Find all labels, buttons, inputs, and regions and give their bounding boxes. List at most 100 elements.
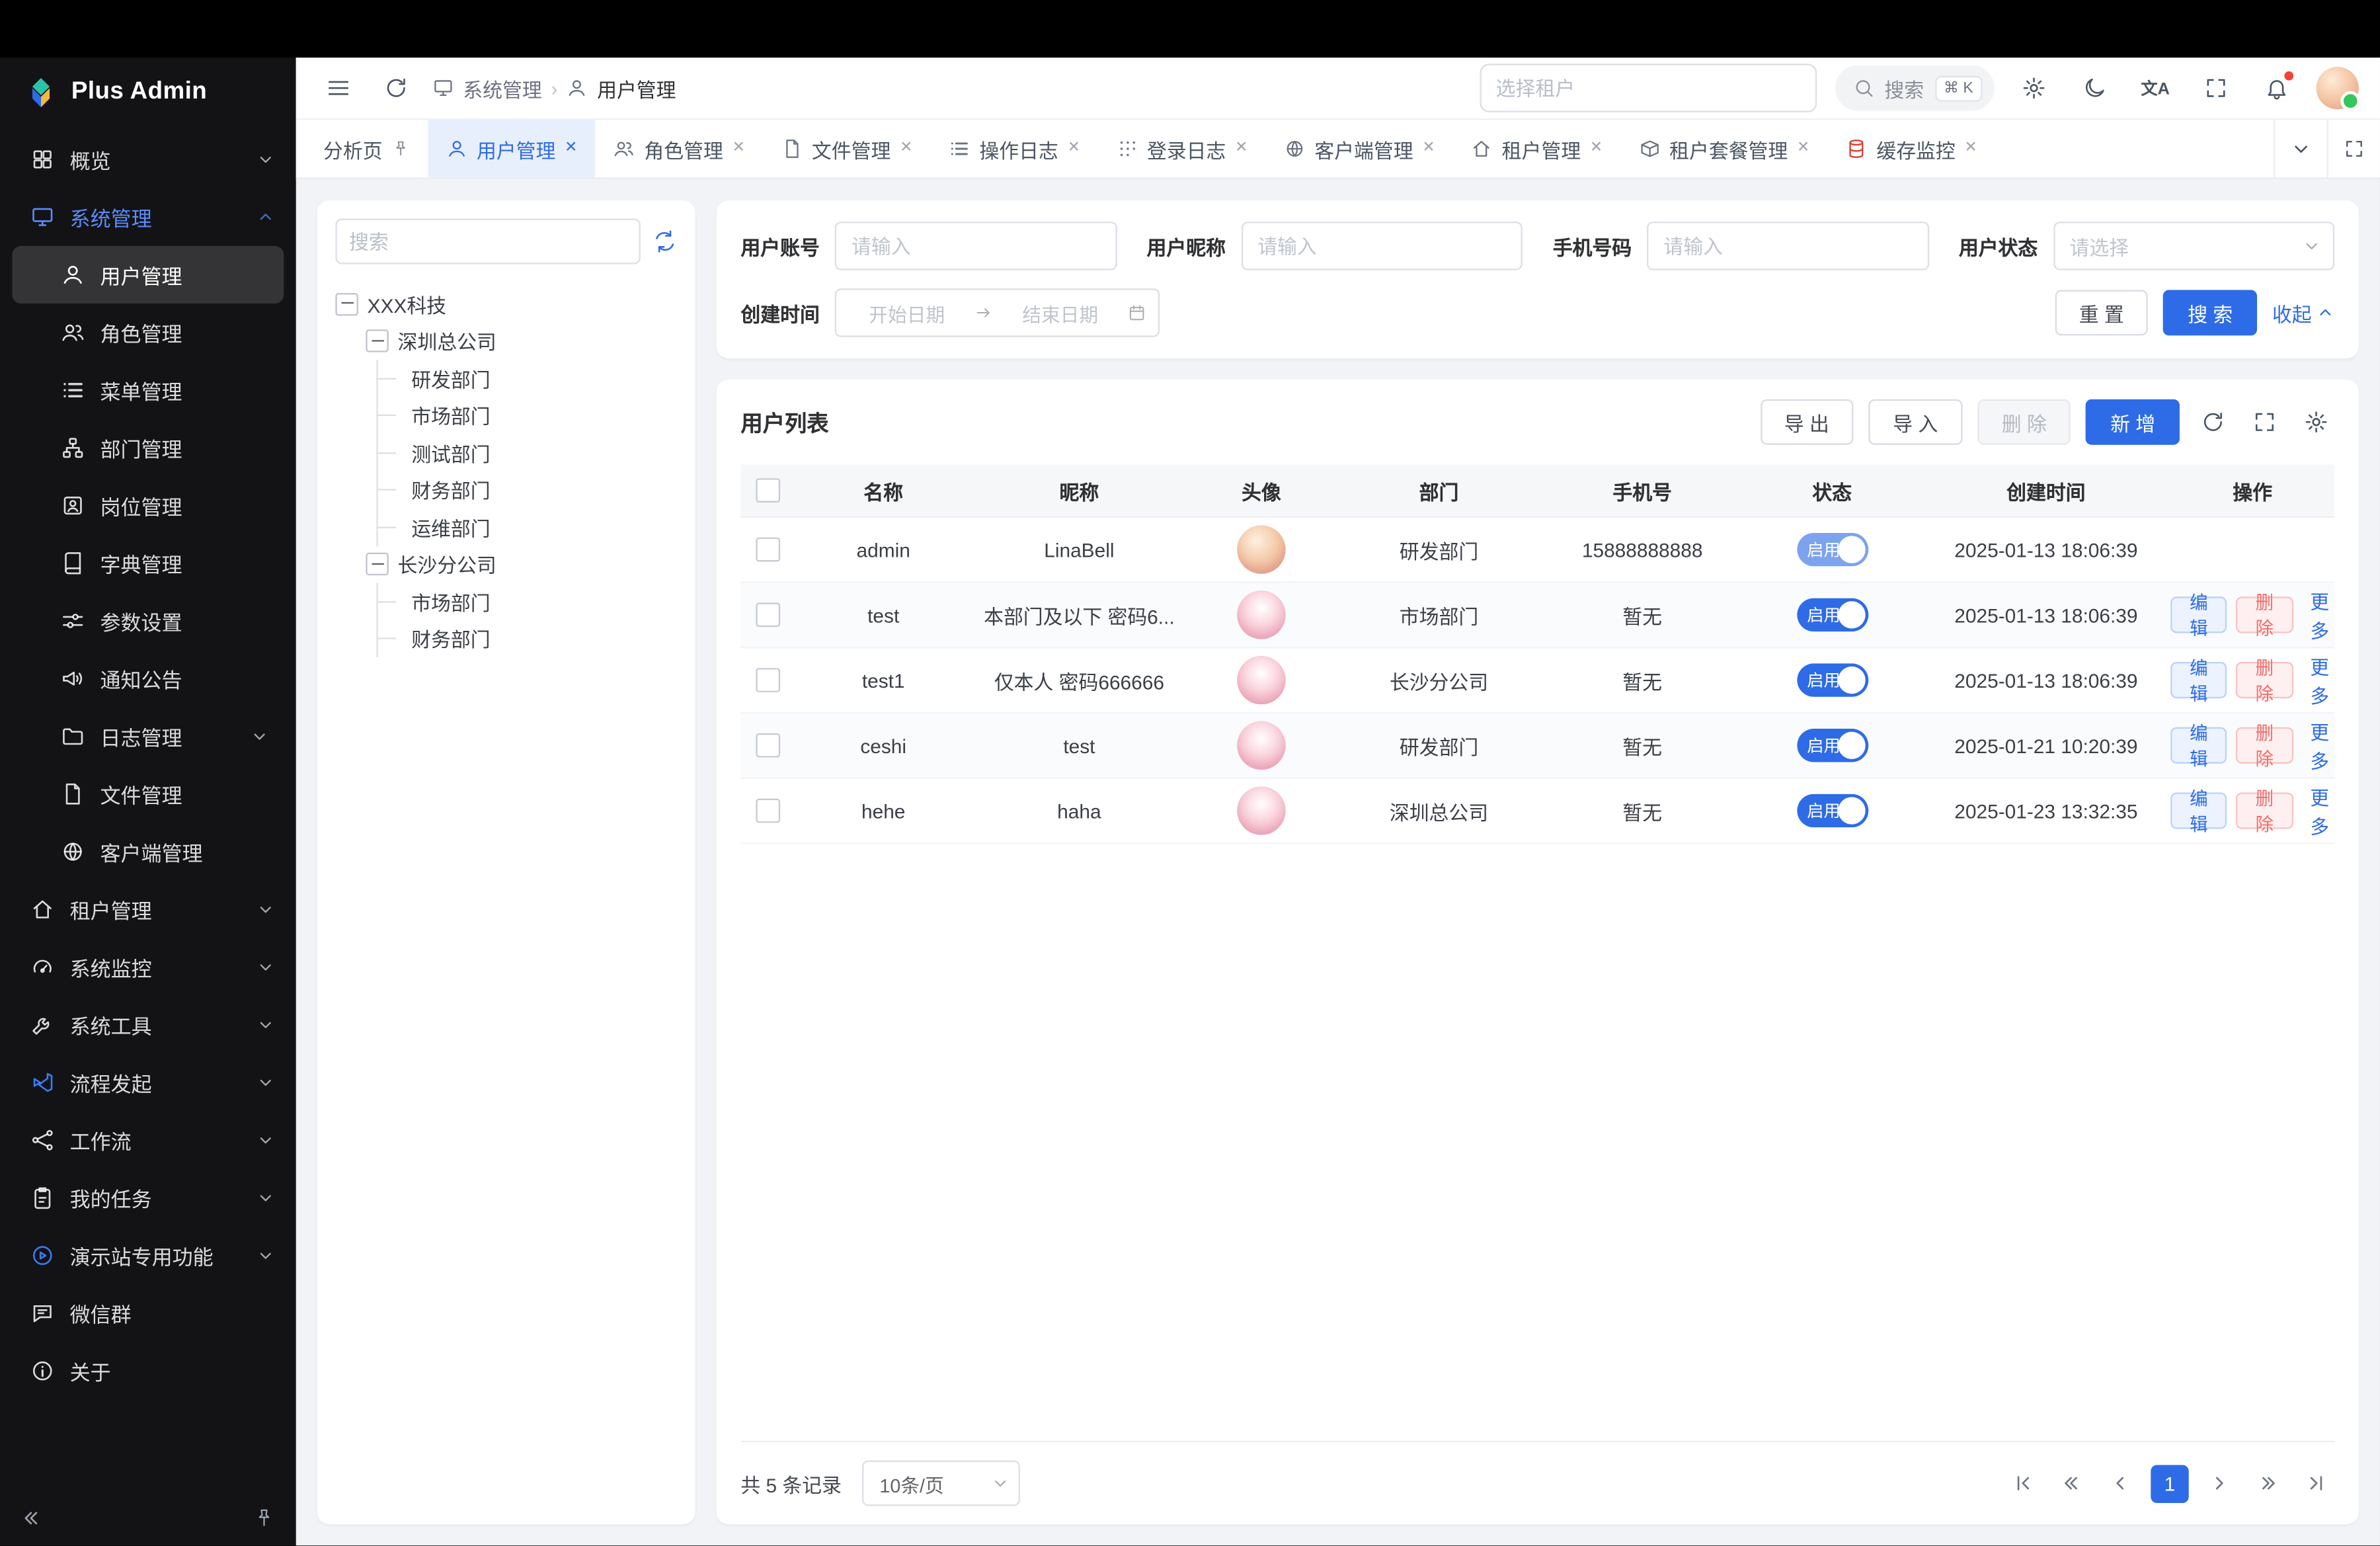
- user-avatar[interactable]: [2317, 67, 2359, 109]
- status-toggle[interactable]: 启用: [1796, 794, 1868, 828]
- status-toggle[interactable]: 启用: [1796, 729, 1868, 762]
- delete-button[interactable]: 删 除: [2236, 662, 2293, 698]
- tree-node-department[interactable]: 运维部门: [378, 509, 677, 546]
- status-toggle[interactable]: 启用: [1796, 598, 1868, 632]
- sidebar-item-notice-announcement[interactable]: 通知公告: [12, 650, 284, 708]
- edit-button[interactable]: 编 辑: [2170, 662, 2227, 698]
- jump-forward-icon[interactable]: [2250, 1465, 2286, 1502]
- date-range-picker[interactable]: 开始日期 结束日期: [835, 288, 1160, 337]
- edit-button[interactable]: 编 辑: [2170, 596, 2227, 633]
- pin-sidebar-icon[interactable]: [253, 1508, 274, 1529]
- tab-tenant-package-management[interactable]: 租户套餐管理 ✕: [1621, 120, 1828, 177]
- page-size-select[interactable]: 10条/页: [863, 1461, 1021, 1506]
- sidebar-item-menu-management[interactable]: 菜单管理: [12, 361, 284, 419]
- last-page-icon[interactable]: [2298, 1465, 2334, 1502]
- collapse-box-icon[interactable]: [366, 330, 388, 352]
- nickname-input[interactable]: [1241, 222, 1523, 270]
- row-checkbox[interactable]: [756, 668, 780, 692]
- tenant-select-input[interactable]: [1479, 63, 1816, 112]
- edit-button[interactable]: 编 辑: [2170, 792, 2227, 829]
- reset-button[interactable]: 重 置: [2055, 290, 2148, 336]
- tree-refresh-icon[interactable]: [653, 229, 677, 254]
- notifications-bell-icon[interactable]: [2256, 67, 2298, 109]
- select-all-checkbox[interactable]: [756, 478, 780, 503]
- collapse-box-icon[interactable]: [366, 553, 388, 575]
- breadcrumb-parent[interactable]: 系统管理: [463, 73, 541, 102]
- table-fullscreen-icon[interactable]: [2246, 404, 2283, 440]
- sidebar-item-tenant-management[interactable]: 租户管理: [0, 881, 296, 938]
- pin-icon[interactable]: [391, 140, 410, 158]
- sidebar-item-role-management[interactable]: 角色管理: [12, 304, 284, 361]
- import-button[interactable]: 导 入: [1869, 399, 1962, 445]
- tab-cache-monitor[interactable]: 缓存监控 ✕: [1828, 120, 1995, 177]
- tree-node-department[interactable]: 研发部门: [378, 360, 677, 397]
- dark-mode-moon-icon[interactable]: [2073, 67, 2116, 109]
- sidebar-item-dictionary-management[interactable]: 字典管理: [12, 534, 284, 592]
- row-checkbox[interactable]: [756, 733, 780, 758]
- sidebar-item-system-tools[interactable]: 系统工具: [0, 996, 296, 1053]
- more-link[interactable]: 更多: [2305, 651, 2334, 709]
- sidebar-item-demo-features[interactable]: 演示站专用功能: [0, 1227, 296, 1284]
- tab-client-management[interactable]: 客户端管理 ✕: [1266, 120, 1453, 177]
- tabs-dropdown-icon[interactable]: [2274, 120, 2326, 177]
- close-icon[interactable]: ✕: [1422, 142, 1435, 157]
- tree-node-branch[interactable]: 长沙分公司: [366, 546, 677, 583]
- search-button[interactable]: 搜 索: [2163, 290, 2256, 336]
- export-button[interactable]: 导 出: [1760, 399, 1853, 445]
- sidebar-item-system-management[interactable]: 系统管理: [0, 188, 296, 246]
- sidebar-item-user-management[interactable]: 用户管理: [12, 246, 284, 304]
- close-icon[interactable]: ✕: [1797, 142, 1809, 157]
- sidebar-item-wechat-group[interactable]: 微信群: [0, 1284, 296, 1342]
- sidebar-item-process-initiation[interactable]: 流程发起: [0, 1053, 296, 1111]
- tab-tenant-management[interactable]: 租户管理 ✕: [1453, 120, 1620, 177]
- sidebar-item-system-monitoring[interactable]: 系统监控: [0, 938, 296, 996]
- collapse-box-icon[interactable]: [335, 293, 358, 315]
- close-icon[interactable]: ✕: [565, 142, 577, 157]
- next-page-icon[interactable]: [2201, 1465, 2237, 1502]
- table-settings-icon[interactable]: [2298, 404, 2334, 440]
- sidebar-item-my-tasks[interactable]: 我的任务: [0, 1169, 296, 1227]
- phone-input[interactable]: [1647, 222, 1928, 270]
- collapse-filters-link[interactable]: 收起: [2272, 298, 2334, 327]
- more-link[interactable]: 更多: [2305, 586, 2334, 643]
- add-user-button[interactable]: 新 增: [2086, 399, 2179, 445]
- tab-operation-log[interactable]: 操作日志 ✕: [931, 120, 1098, 177]
- tab-file-management[interactable]: 文件管理 ✕: [763, 120, 930, 177]
- status-select[interactable]: 请选择: [2053, 222, 2334, 270]
- tab-login-log[interactable]: 登录日志 ✕: [1098, 120, 1265, 177]
- table-refresh-icon[interactable]: [2195, 404, 2231, 440]
- close-icon[interactable]: ✕: [900, 142, 912, 157]
- tree-node-department[interactable]: 市场部门: [378, 583, 677, 620]
- more-link[interactable]: 更多: [2305, 782, 2334, 839]
- row-checkbox[interactable]: [756, 538, 780, 562]
- tab-analysis-page[interactable]: 分析页: [305, 120, 428, 177]
- account-input[interactable]: [835, 222, 1117, 270]
- refresh-page-icon[interactable]: [375, 67, 417, 109]
- collapse-sidebar-icon[interactable]: [21, 1508, 42, 1529]
- settings-gear-icon[interactable]: [2012, 67, 2055, 109]
- close-icon[interactable]: ✕: [733, 142, 745, 157]
- sidebar-item-overview[interactable]: 概览: [0, 130, 296, 188]
- close-icon[interactable]: ✕: [1068, 142, 1080, 157]
- close-icon[interactable]: ✕: [1235, 142, 1248, 157]
- tree-node-department[interactable]: 财务部门: [378, 471, 677, 509]
- tree-node-department[interactable]: 财务部门: [378, 620, 677, 657]
- sidebar-item-workflow[interactable]: 工作流: [0, 1112, 296, 1169]
- tree-node-branch[interactable]: 深圳总公司: [366, 323, 677, 360]
- first-page-icon[interactable]: [2005, 1465, 2042, 1502]
- content-fullscreen-icon[interactable]: [2327, 120, 2380, 177]
- sidebar-item-file-management[interactable]: 文件管理: [12, 765, 284, 823]
- fullscreen-icon[interactable]: [2195, 67, 2237, 109]
- edit-button[interactable]: 编 辑: [2170, 727, 2227, 764]
- tab-user-management[interactable]: 用户管理 ✕: [428, 120, 595, 177]
- tab-role-management[interactable]: 角色管理 ✕: [596, 120, 763, 177]
- tree-node-company[interactable]: XXX科技: [335, 286, 677, 323]
- current-page-button[interactable]: 1: [2151, 1464, 2188, 1502]
- hamburger-menu-icon[interactable]: [317, 67, 360, 109]
- sidebar-item-about[interactable]: 关于: [0, 1342, 296, 1400]
- status-toggle[interactable]: 启用: [1796, 663, 1868, 697]
- sidebar-item-log-management[interactable]: 日志管理: [12, 708, 284, 765]
- row-checkbox[interactable]: [756, 799, 780, 823]
- tree-search-input[interactable]: [335, 219, 640, 264]
- delete-button[interactable]: 删 除: [2236, 596, 2293, 633]
